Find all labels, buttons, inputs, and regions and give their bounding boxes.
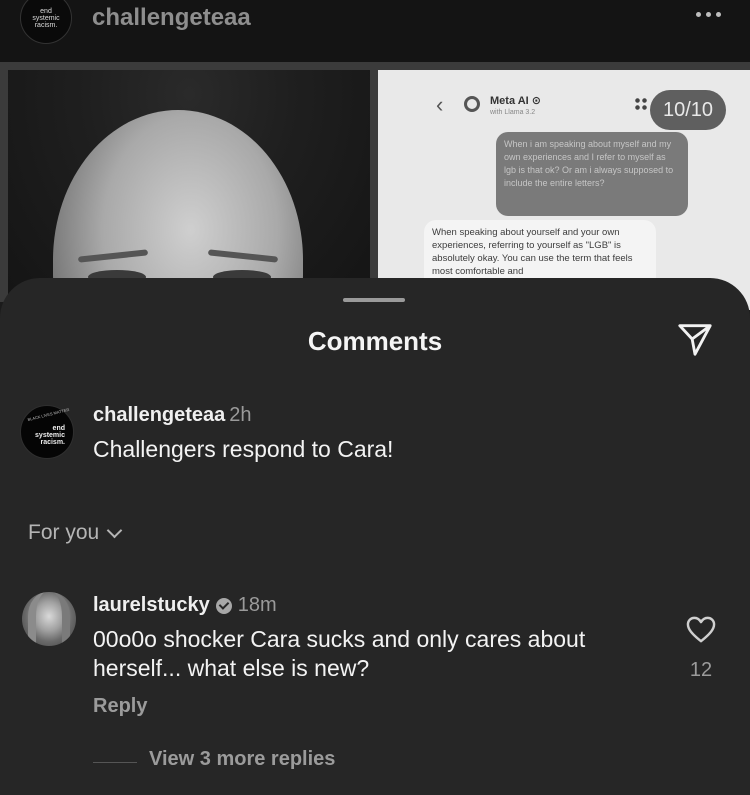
reply-button[interactable]: Reply xyxy=(93,695,147,718)
post-header: end systemic racism. challengeteaa xyxy=(0,0,750,62)
comment-text: 00o0o shocker Cara sucks and only cares … xyxy=(93,626,586,681)
post-author-username[interactable]: challengeteaa xyxy=(92,4,251,32)
post-carousel-image[interactable]: ‹ Meta AI ⊙ with Llama 3.2 When i am spe… xyxy=(0,62,750,310)
like-count: 12 xyxy=(689,659,713,681)
comment-header: laurelstucky 18m xyxy=(93,594,277,617)
avatar-banner-text: BLACK LIVES MATTER xyxy=(27,406,70,423)
caption-username[interactable]: challengeteaa xyxy=(93,404,225,426)
sort-dropdown[interactable]: For you xyxy=(28,521,123,545)
chat-subtitle: with Llama 3.2 xyxy=(490,109,536,116)
commenter-avatar[interactable] xyxy=(22,592,76,646)
replies-divider xyxy=(93,762,137,763)
caption-author-avatar[interactable]: BLACK LIVES MATTER end systemic racism. xyxy=(20,405,74,459)
avatar-text-line: end xyxy=(40,7,52,15)
meta-ai-logo-icon xyxy=(464,96,480,112)
sort-label: For you xyxy=(28,521,100,544)
comment-time: 18m xyxy=(237,594,277,616)
sheet-title: Comments xyxy=(307,326,443,356)
comments-sheet: Comments BLACK LIVES MATTER end systemic… xyxy=(0,278,750,795)
view-replies-button[interactable]: View 3 more replies xyxy=(149,748,335,771)
avatar-text-line: racism. xyxy=(40,439,65,446)
commenter-username[interactable]: laurelstucky xyxy=(93,594,210,617)
caption-text: Challengers respond to Cara! xyxy=(93,436,394,462)
avatar-text-line: end xyxy=(52,425,65,432)
carousel-counter: 10/10 xyxy=(650,90,726,130)
chevron-down-icon xyxy=(106,522,123,538)
grid-icon xyxy=(634,97,648,111)
caption-username-row: challengeteaa 2h xyxy=(93,404,252,427)
caption-time: 2h xyxy=(229,404,252,426)
post-author-avatar[interactable]: end systemic racism. xyxy=(20,0,72,44)
paper-plane-icon[interactable] xyxy=(676,320,714,358)
back-arrow-icon: ‹ xyxy=(436,92,444,117)
portrait-photo xyxy=(8,70,370,310)
avatar-text-line: systemic xyxy=(35,432,65,439)
chat-user-bubble: When i am speaking about myself and my o… xyxy=(496,132,688,216)
heart-outline-icon[interactable] xyxy=(686,616,716,644)
avatar-text: end systemic racism. xyxy=(35,425,65,446)
more-options-icon[interactable] xyxy=(696,12,721,17)
sheet-drag-handle[interactable] xyxy=(343,298,405,302)
verified-badge-icon xyxy=(215,597,232,614)
avatar-text-line: systemic xyxy=(32,14,60,22)
avatar-text-line: racism. xyxy=(34,21,58,29)
chat-title: Meta AI ⊙ xyxy=(490,95,541,107)
